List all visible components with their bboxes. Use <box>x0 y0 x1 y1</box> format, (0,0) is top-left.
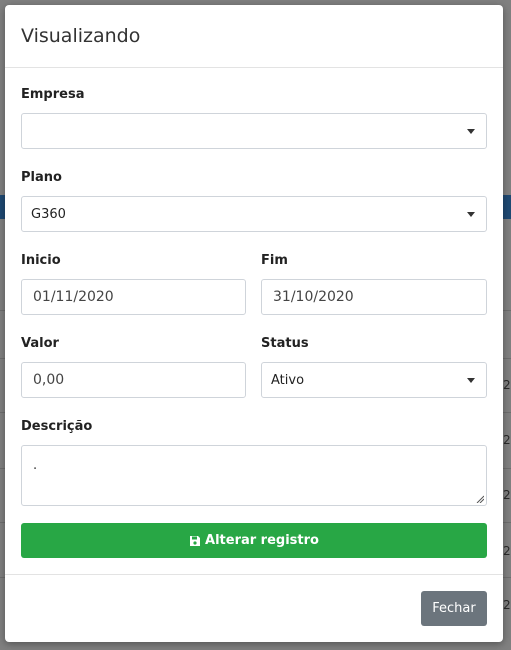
valor-label: Valor <box>21 336 59 351</box>
background-cell: 20 <box>503 433 511 447</box>
alterar-registro-button[interactable]: Alterar registro <box>21 523 487 558</box>
modal-header: Visualizando <box>5 5 503 68</box>
inicio-input[interactable]: 01/11/2020 <box>21 279 246 315</box>
fechar-button[interactable]: Fechar <box>421 591 487 626</box>
valor-input[interactable]: 0,00 <box>21 362 246 398</box>
valor-value: 0,00 <box>33 372 65 388</box>
status-value: Ativo <box>271 372 305 388</box>
plano-select[interactable]: G360 <box>21 196 487 232</box>
save-icon <box>189 535 201 547</box>
empresa-label: Empresa <box>21 87 85 102</box>
descricao-value: . <box>33 458 38 473</box>
chevron-down-icon <box>467 129 475 134</box>
view-modal: Visualizando Empresa Plano G360 Inicio F… <box>5 5 503 642</box>
plano-label: Plano <box>21 170 62 185</box>
status-label: Status <box>261 336 309 351</box>
plano-value: G360 <box>31 206 66 222</box>
resize-grip-icon[interactable] <box>476 495 484 503</box>
modal-footer: Fechar <box>5 574 503 642</box>
status-select[interactable]: Ativo <box>261 362 487 398</box>
chevron-down-icon <box>467 378 475 383</box>
chevron-down-icon <box>467 212 475 217</box>
fechar-label: Fechar <box>432 601 476 616</box>
alterar-registro-label: Alterar registro <box>205 533 319 548</box>
modal-title: Visualizando <box>21 25 141 47</box>
inicio-label: Inicio <box>21 253 61 268</box>
fim-label: Fim <box>261 253 288 268</box>
descricao-textarea[interactable]: . <box>21 445 487 506</box>
inicio-value: 01/11/2020 <box>33 289 114 305</box>
fim-input[interactable]: 31/10/2020 <box>261 279 487 315</box>
background-cell: 20 <box>503 544 511 558</box>
background-cell: 20 <box>503 598 511 612</box>
descricao-label: Descrição <box>21 419 93 434</box>
empresa-select[interactable] <box>21 113 487 149</box>
background-cell: 20 <box>503 378 511 392</box>
fim-value: 31/10/2020 <box>273 289 354 305</box>
background-cell: 20 <box>503 488 511 502</box>
